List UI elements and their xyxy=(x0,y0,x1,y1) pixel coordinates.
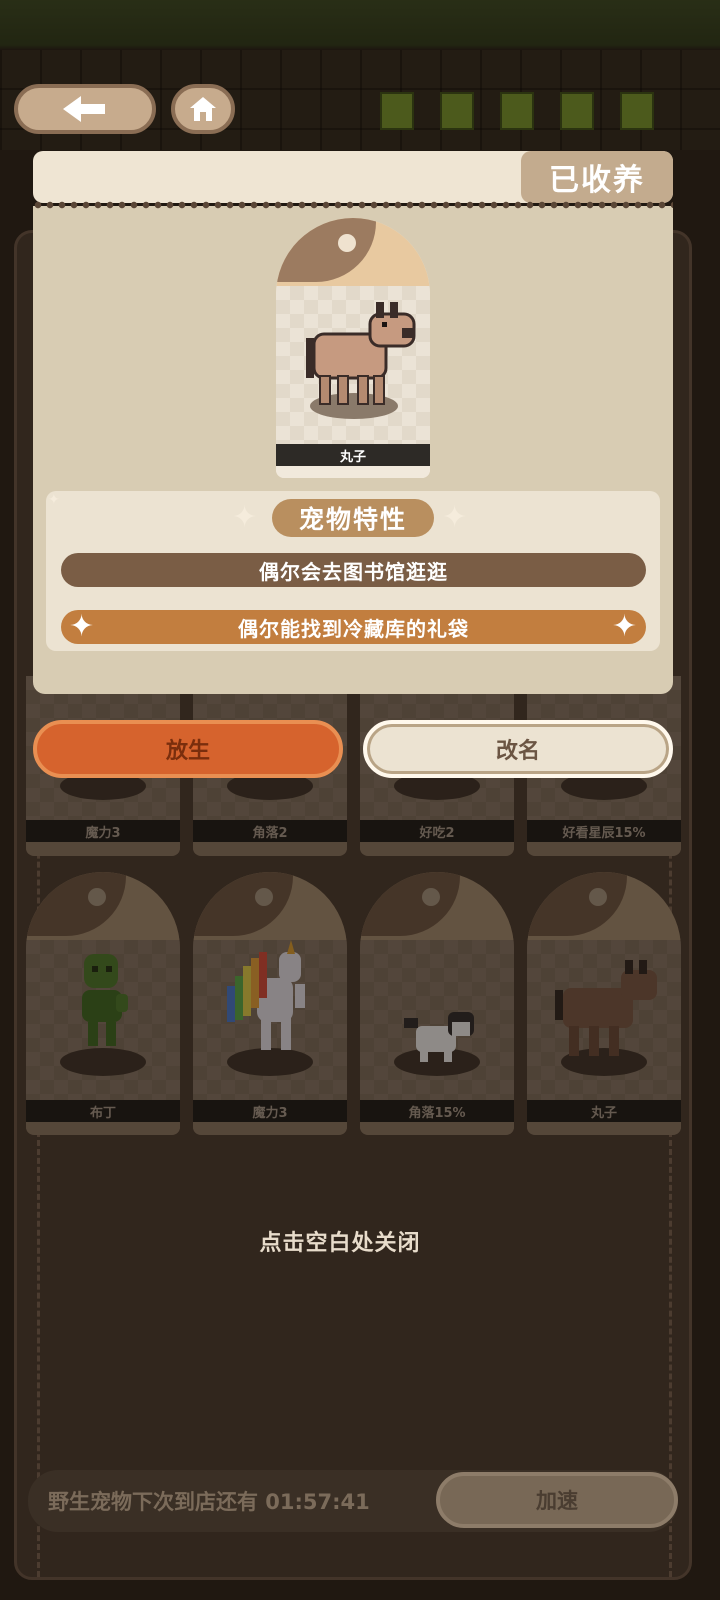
portrait-footer xyxy=(276,466,430,478)
sparkle-icon: ✦ xyxy=(48,492,60,508)
star-icon: ✦ xyxy=(69,609,96,644)
home-button[interactable] xyxy=(171,84,235,134)
sparkle-icon: ✦ xyxy=(442,500,468,535)
adopted-status-tab[interactable]: 已收养 xyxy=(521,151,673,203)
speed-up-button[interactable]: 加速 xyxy=(436,1472,678,1528)
pet-portrait: 丸子 xyxy=(276,218,430,478)
back-button[interactable] xyxy=(14,84,156,134)
close-hint: 点击空白处关闭 xyxy=(259,1231,421,1256)
trait-item: 偶尔会去图书馆逛逛 xyxy=(61,553,646,587)
release-button[interactable]: 放生 xyxy=(33,720,343,778)
traits-title: 宠物特性 xyxy=(272,499,434,537)
star-icon: ✦ xyxy=(611,609,638,644)
pet-name-label: 丸子 xyxy=(276,444,430,466)
rename-button[interactable]: 改名 xyxy=(363,720,673,778)
trait-item-highlight: ✦ 偶尔能找到冷藏库的礼袋 ✦ xyxy=(61,610,646,644)
wild-pet-timer: 野生宠物下次到店还有 01:57:41 xyxy=(48,1490,370,1514)
arrow-left-icon xyxy=(63,96,105,122)
trait-text: 偶尔能找到冷藏库的礼袋 xyxy=(238,616,469,641)
sparkle-icon: ✦ xyxy=(232,500,258,535)
perforation-edge xyxy=(33,200,673,210)
moon-icon xyxy=(338,234,356,252)
donkey-pet-icon xyxy=(306,302,416,419)
home-icon xyxy=(190,97,216,121)
